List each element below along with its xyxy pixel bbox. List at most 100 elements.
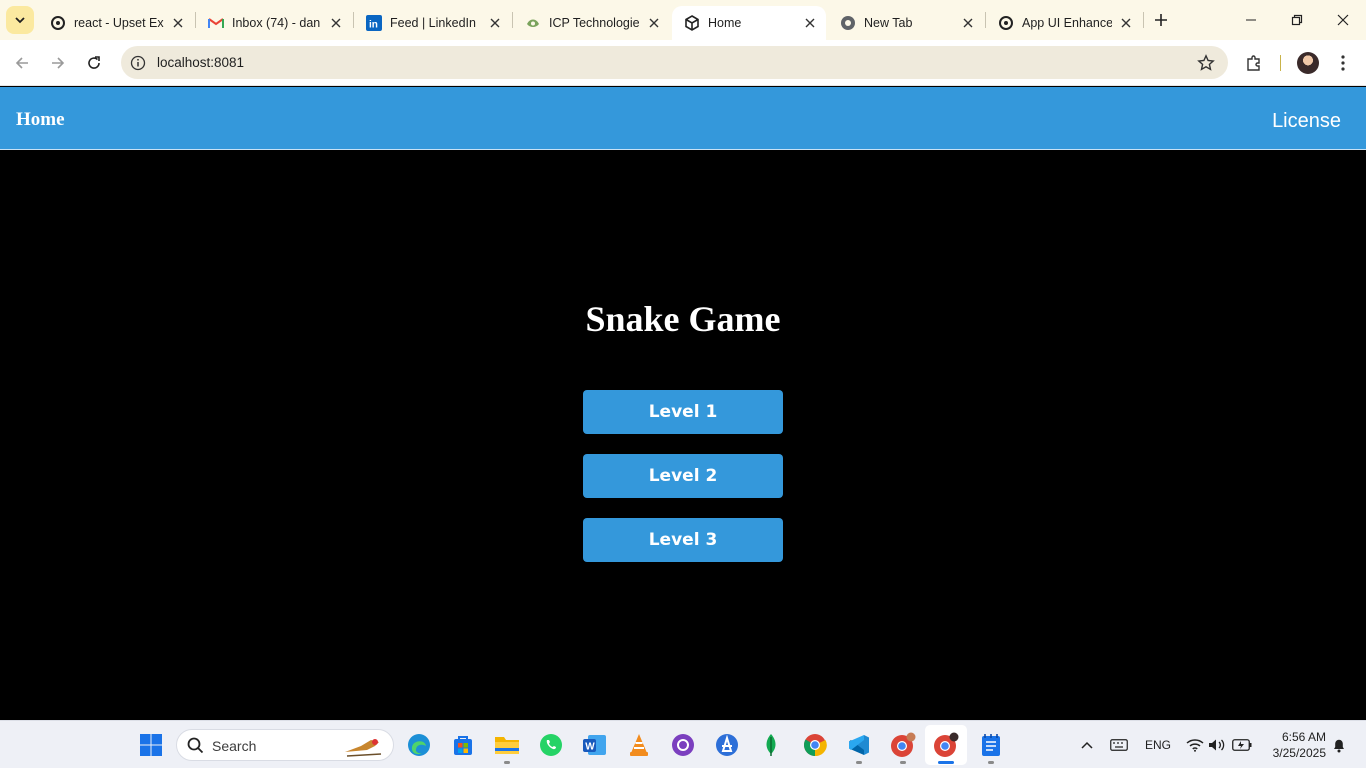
vlc-icon[interactable] xyxy=(625,731,653,759)
microsoft-store-icon[interactable] xyxy=(449,731,477,759)
profile-avatar[interactable] xyxy=(1297,52,1319,74)
browser-tab[interactable]: Inbox (74) - dan xyxy=(196,6,352,40)
tab-title: Inbox (74) - dan xyxy=(232,16,321,30)
system-clock[interactable]: 6:56 AM 3/25/2025 xyxy=(1262,729,1326,761)
arrow-right-icon xyxy=(52,57,65,69)
bookmark-star-icon[interactable] xyxy=(1196,53,1216,73)
gmail-icon xyxy=(208,15,224,31)
start-button[interactable] xyxy=(137,731,165,759)
icp-icon xyxy=(525,15,541,31)
close-icon[interactable] xyxy=(328,15,344,31)
nav-home-link[interactable]: Home xyxy=(16,109,65,131)
close-icon[interactable] xyxy=(170,15,186,31)
chrome-profile-icon[interactable] xyxy=(889,731,917,759)
notepad-icon[interactable] xyxy=(977,731,1005,759)
browser-toolbar: localhost:8081 xyxy=(0,40,1366,86)
reload-icon xyxy=(88,56,100,69)
close-icon[interactable] xyxy=(802,15,818,31)
close-icon[interactable] xyxy=(646,15,662,31)
active-app-indicator xyxy=(938,761,954,764)
tab-separator xyxy=(1143,12,1144,28)
page-title: Snake Game xyxy=(585,299,781,339)
testing-app-icon[interactable] xyxy=(713,731,741,759)
forward-button[interactable] xyxy=(44,49,72,77)
tab-search-button[interactable] xyxy=(6,6,34,34)
back-button[interactable] xyxy=(8,49,36,77)
tab-title: App UI Enhancer xyxy=(1022,16,1112,30)
clock-date: 3/25/2025 xyxy=(1272,746,1326,760)
extensions-button[interactable] xyxy=(1240,49,1268,77)
toolbar-divider xyxy=(1280,55,1281,71)
tab-title: react - Upset Exp xyxy=(74,16,164,30)
notification-bell-icon[interactable] xyxy=(1325,731,1353,759)
close-icon[interactable] xyxy=(487,15,503,31)
browser-tab[interactable]: in Feed | LinkedIn xyxy=(354,6,511,40)
more-vertical-icon xyxy=(1341,55,1345,71)
browser-tab[interactable]: New Tab xyxy=(828,6,984,40)
bird-illustration-icon xyxy=(345,739,382,757)
openai-icon xyxy=(998,15,1014,31)
app-navbar: Home License xyxy=(0,87,1366,150)
close-window-button[interactable] xyxy=(1320,0,1366,40)
volume-icon[interactable] xyxy=(1203,731,1231,759)
level-3-button[interactable]: Level 3 xyxy=(583,518,783,562)
level-2-button[interactable]: Level 2 xyxy=(583,454,783,498)
restore-icon xyxy=(1291,14,1303,26)
github-desktop-icon[interactable] xyxy=(669,731,697,759)
running-indicator xyxy=(988,761,994,764)
level-1-button[interactable]: Level 1 xyxy=(583,390,783,434)
windows-logo-icon xyxy=(140,734,162,756)
linkedin-icon: in xyxy=(366,15,382,31)
running-indicator xyxy=(504,761,510,764)
menu-button[interactable] xyxy=(1329,49,1357,77)
windows-taskbar: Search W ENG 6:56 AM 3/25/2025 xyxy=(0,720,1366,768)
whatsapp-icon[interactable] xyxy=(537,731,565,759)
restore-button[interactable] xyxy=(1274,0,1320,40)
chevron-down-icon xyxy=(15,17,25,24)
tab-title: ICP Technologies xyxy=(549,16,640,30)
tab-title: New Tab xyxy=(864,16,913,30)
running-indicator xyxy=(900,761,906,764)
close-icon[interactable] xyxy=(960,15,976,31)
keyboard-icon[interactable] xyxy=(1105,731,1133,759)
chevron-up-icon[interactable] xyxy=(1073,731,1101,759)
word-icon[interactable]: W xyxy=(581,731,609,759)
puzzle-icon xyxy=(1247,55,1260,71)
browser-tab-strip: react - Upset Exp Inbox (74) - dan in Fe… xyxy=(0,0,1366,40)
browser-tab[interactable]: react - Upset Exp xyxy=(38,6,194,40)
edge-icon[interactable] xyxy=(405,731,433,759)
browser-tab-active[interactable]: Home xyxy=(672,6,826,40)
address-bar[interactable]: localhost:8081 xyxy=(121,46,1228,79)
chrome-active-profile-icon[interactable] xyxy=(932,731,960,759)
mongodb-compass-icon[interactable] xyxy=(757,731,785,759)
taskbar-search[interactable]: Search xyxy=(176,729,394,761)
tab-title: Home xyxy=(708,16,742,30)
tab-title: Feed | LinkedIn xyxy=(390,16,476,30)
arrow-left-icon xyxy=(15,57,28,69)
new-tab-button[interactable] xyxy=(1150,9,1172,31)
svg-text:in: in xyxy=(369,20,378,31)
file-explorer-icon[interactable] xyxy=(493,731,521,759)
nav-license-link[interactable]: License xyxy=(1272,110,1341,133)
site-info-icon[interactable] xyxy=(129,54,147,72)
vscode-icon[interactable] xyxy=(845,731,873,759)
browser-tab[interactable]: App UI Enhancer xyxy=(986,6,1142,40)
language-indicator[interactable]: ENG xyxy=(1145,738,1171,752)
chrome-icon[interactable] xyxy=(801,731,829,759)
search-label: Search xyxy=(212,738,257,754)
running-indicator xyxy=(856,761,862,764)
chrome-icon xyxy=(840,15,856,31)
openai-icon xyxy=(50,15,66,31)
browser-tab[interactable]: ICP Technologies xyxy=(513,6,670,40)
close-icon[interactable] xyxy=(1118,15,1134,31)
svg-text:W: W xyxy=(585,742,595,753)
url-text[interactable]: localhost:8081 xyxy=(157,55,244,70)
minimize-button[interactable] xyxy=(1228,0,1274,40)
reload-button[interactable] xyxy=(80,49,108,77)
minimize-icon xyxy=(1246,19,1256,21)
cube-icon xyxy=(684,15,700,31)
close-icon xyxy=(1337,14,1349,26)
battery-icon[interactable] xyxy=(1228,731,1256,759)
clock-time: 6:56 AM xyxy=(1281,730,1326,744)
plus-icon xyxy=(1155,14,1167,26)
